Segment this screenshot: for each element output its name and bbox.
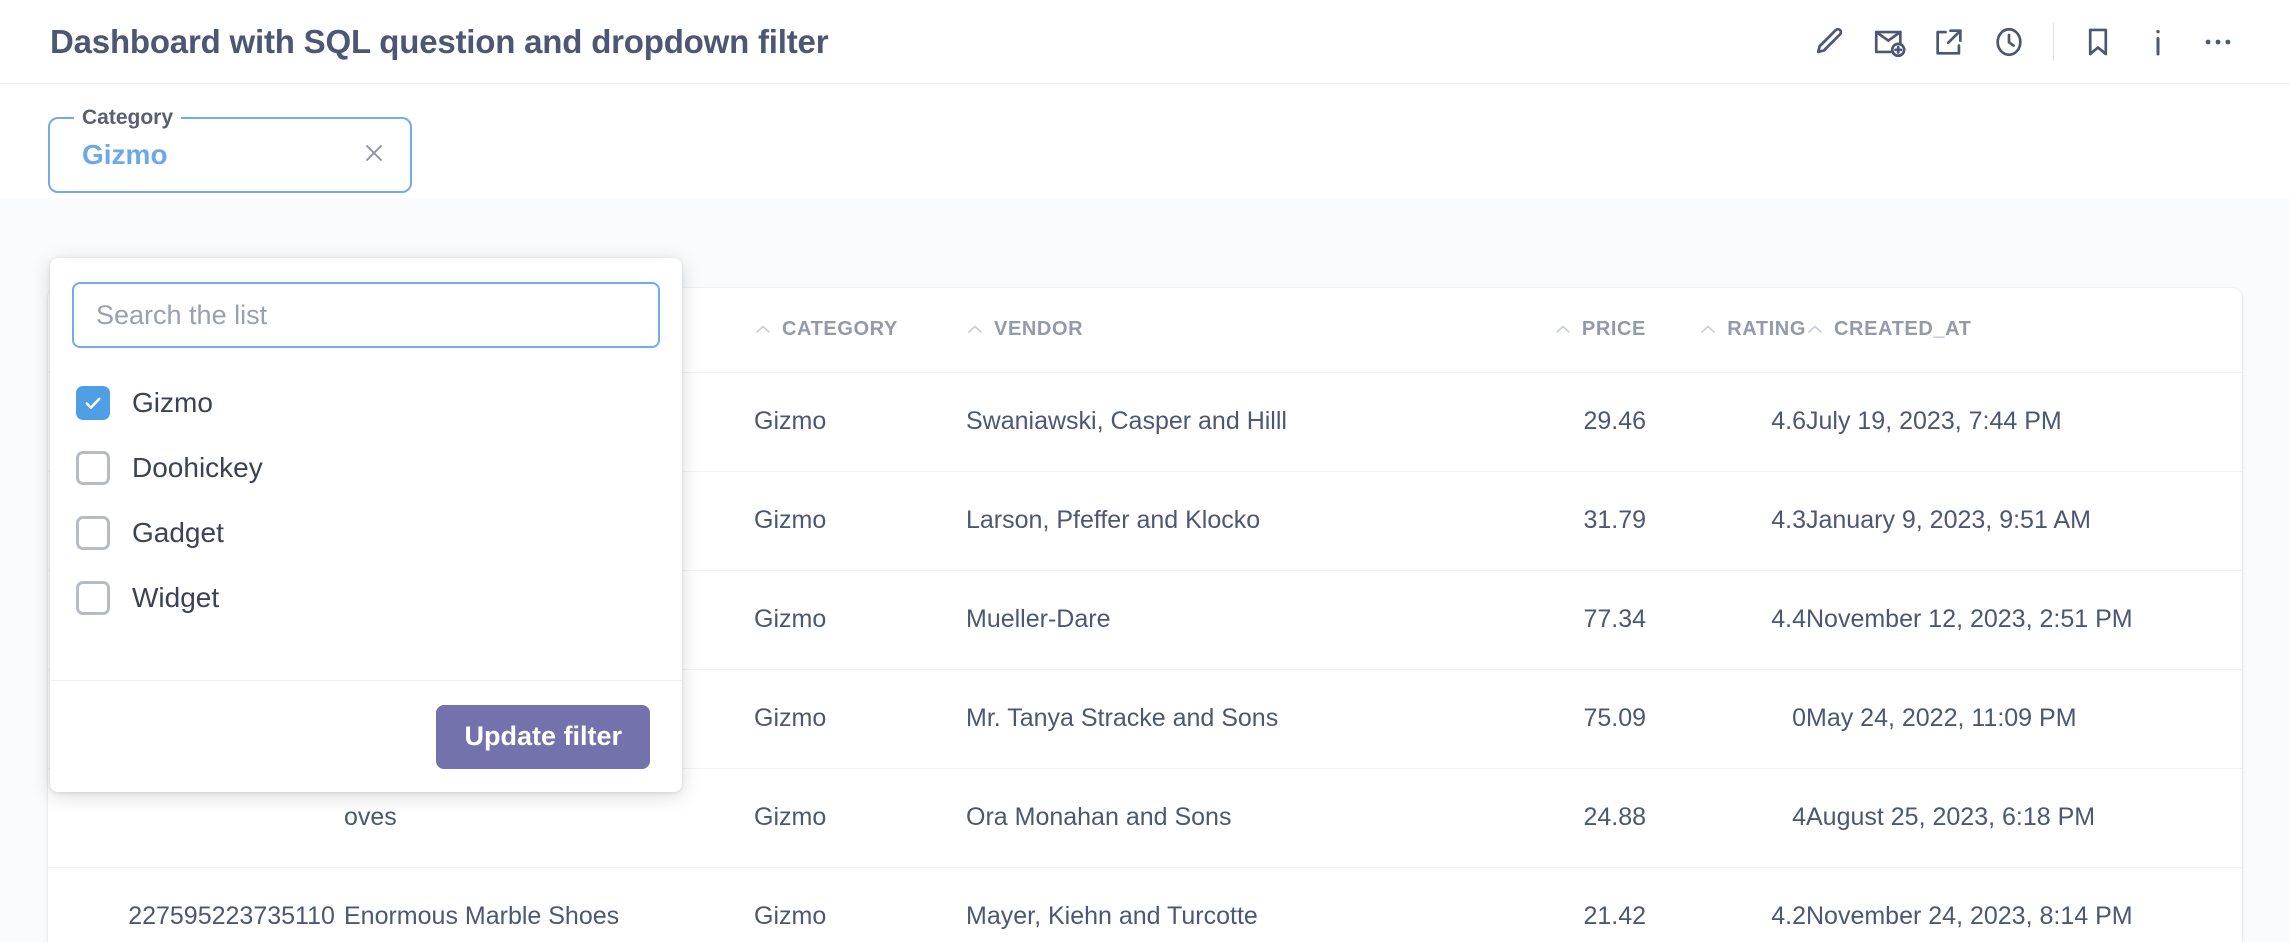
revision-history-button[interactable] (1979, 12, 2039, 72)
cell-price: 77.34 (1456, 570, 1646, 669)
cell-rating: 4.3 (1646, 471, 1806, 570)
cell-vendor: Swaniawski, Casper and Hilll (966, 372, 1456, 471)
cell-vendor: Mayer, Kiehn and Turcotte (966, 867, 1456, 942)
ellipsis-icon (2201, 25, 2235, 59)
category-filter-dropdown: Gizmo Doohickey Gadget Widget (50, 258, 682, 792)
bookmark-icon (2081, 25, 2115, 59)
info-button[interactable] (2128, 12, 2188, 72)
cell-price: 21.42 (1456, 867, 1646, 942)
cell-created-at: July 19, 2023, 7:44 PM (1806, 372, 2242, 471)
sort-ascending-icon (754, 318, 772, 341)
info-icon (2141, 25, 2175, 59)
update-filter-button[interactable]: Update filter (436, 705, 650, 769)
sharing-button[interactable] (1919, 12, 1979, 72)
filter-option-widget[interactable]: Widget (50, 565, 682, 630)
column-label-created-at: CREATED_AT (1834, 318, 1971, 341)
more-options-button[interactable] (2188, 12, 2248, 72)
share-external-icon (1932, 25, 1966, 59)
cell-vendor: Mr. Tanya Stracke and Sons (966, 669, 1456, 768)
cell-id: 22 (48, 867, 156, 942)
close-icon (362, 141, 386, 170)
cell-rating: 4 (1646, 768, 1806, 867)
cell-price: 24.88 (1456, 768, 1646, 867)
column-header-created-at[interactable]: CREATED_AT (1806, 288, 2242, 372)
bookmark-button[interactable] (2068, 12, 2128, 72)
category-filter-label: Category (74, 104, 181, 132)
cell-price: 29.46 (1456, 372, 1646, 471)
dashboard-app: Dashboard with SQL question and dropdown… (0, 0, 2290, 942)
sort-ascending-icon (1806, 318, 1824, 341)
cell-created-at: January 9, 2023, 9:51 AM (1806, 471, 2242, 570)
dashboard-header: Dashboard with SQL question and dropdown… (0, 0, 2290, 84)
pencil-icon (1812, 25, 1846, 59)
sort-ascending-icon (966, 318, 984, 341)
page-title: Dashboard with SQL question and dropdown… (50, 23, 828, 61)
column-header-price[interactable]: PRICE (1456, 288, 1646, 372)
checkbox-checked-icon[interactable] (76, 386, 110, 420)
cell-created-at: November 12, 2023, 2:51 PM (1806, 570, 2242, 669)
cell-rating: 4.4 (1646, 570, 1806, 669)
header-actions (1799, 0, 2248, 84)
filter-option-label: Doohickey (132, 452, 263, 484)
cell-rating: 4.6 (1646, 372, 1806, 471)
column-header-rating[interactable]: RATING (1646, 288, 1806, 372)
search-container (50, 258, 682, 348)
cell-category: Gizmo (754, 570, 966, 669)
column-label-category: CATEGORY (782, 318, 898, 341)
sort-ascending-icon (1554, 318, 1572, 341)
filter-option-doohickey[interactable]: Doohickey (50, 435, 682, 500)
column-label-rating: RATING (1727, 318, 1806, 341)
clear-filter-button[interactable] (360, 141, 388, 169)
sort-ascending-icon (1699, 318, 1717, 341)
header-divider (2053, 23, 2054, 61)
cell-created-at: May 24, 2022, 11:09 PM (1806, 669, 2242, 768)
cell-rating: 4.2 (1646, 867, 1806, 942)
column-label-vendor: VENDOR (994, 318, 1083, 341)
checkbox-icon[interactable] (76, 451, 110, 485)
cell-rating: 0 (1646, 669, 1806, 768)
checkbox-icon[interactable] (76, 581, 110, 615)
cell-category: Gizmo (754, 867, 966, 942)
cell-vendor: Larson, Pfeffer and Klocko (966, 471, 1456, 570)
filter-option-label: Widget (132, 582, 219, 614)
dropdown-footer: Update filter (50, 680, 682, 792)
clock-icon (1992, 25, 2026, 59)
category-filter-widget[interactable]: Category Gizmo (48, 117, 412, 193)
cell-category: Gizmo (754, 372, 966, 471)
cell-category: Gizmo (754, 669, 966, 768)
cell-vendor: Mueller-Dare (966, 570, 1456, 669)
column-header-category[interactable]: CATEGORY (754, 288, 966, 372)
cell-category: Gizmo (754, 471, 966, 570)
cell-ean: 7595223735110 (156, 867, 344, 942)
cell-created-at: November 24, 2023, 8:14 PM (1806, 867, 2242, 942)
checkbox-icon[interactable] (76, 516, 110, 550)
search-input[interactable] (72, 282, 660, 348)
table-row[interactable]: 22 7595223735110 Enormous Marble Shoes G… (48, 867, 2242, 942)
column-header-vendor[interactable]: VENDOR (966, 288, 1456, 372)
category-filter-value: Gizmo (82, 139, 168, 171)
cell-price: 31.79 (1456, 471, 1646, 570)
filter-option-label: Gizmo (132, 387, 213, 419)
cell-created-at: August 25, 2023, 6:18 PM (1806, 768, 2242, 867)
column-label-price: PRICE (1582, 318, 1646, 341)
cell-price: 75.09 (1456, 669, 1646, 768)
filter-option-gizmo[interactable]: Gizmo (50, 370, 682, 435)
cell-vendor: Ora Monahan and Sons (966, 768, 1456, 867)
filter-bar: Category Gizmo (0, 84, 2290, 198)
subscription-button[interactable] (1859, 12, 1919, 72)
edit-dashboard-button[interactable] (1799, 12, 1859, 72)
cell-title: Enormous Marble Shoes (344, 867, 754, 942)
filter-option-label: Gadget (132, 517, 224, 549)
envelope-plus-icon (1872, 25, 1906, 59)
cell-category: Gizmo (754, 768, 966, 867)
filter-option-list: Gizmo Doohickey Gadget Widget (50, 348, 682, 680)
filter-option-gadget[interactable]: Gadget (50, 500, 682, 565)
